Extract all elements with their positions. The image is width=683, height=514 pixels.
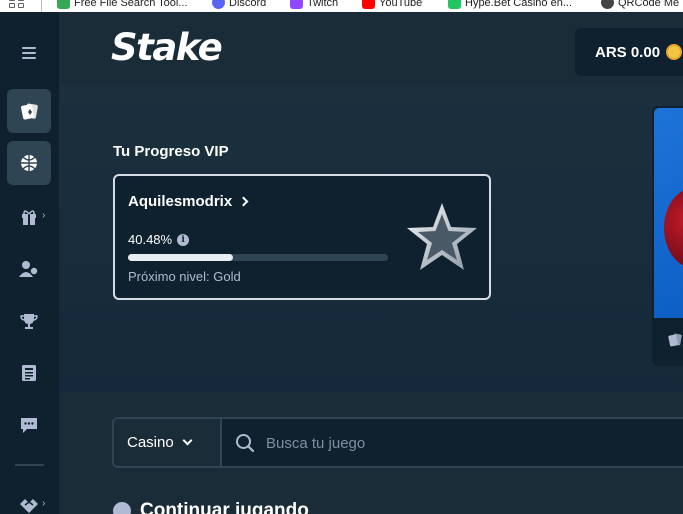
sidebar-item-forum[interactable]	[17, 413, 41, 437]
sidebar-item-casino[interactable]	[7, 89, 51, 133]
coin-icon	[666, 44, 683, 60]
bookmark-item[interactable]: Twitch	[290, 0, 338, 9]
vip-username-link[interactable]: Aquilesmodrix	[128, 193, 249, 210]
category-label: Casino	[127, 434, 174, 451]
chevron-down-icon	[182, 435, 193, 446]
sidebar-divider	[15, 464, 44, 466]
bookmark-item[interactable]: QRCode Me	[601, 0, 679, 9]
stake-logo[interactable]: Stake	[111, 26, 223, 69]
bookmark-label: Free File Search Tool...	[74, 0, 188, 9]
vip-progress-bar	[128, 254, 388, 261]
game-search-bar: Casino	[112, 417, 683, 468]
bookmark-label: QRCode Me	[618, 0, 680, 9]
bookmark-item[interactable]: YouTube	[362, 0, 422, 9]
casino-cards-icon	[21, 103, 38, 120]
chevron-right-icon: ›	[42, 498, 46, 509]
sidebar-item-promotions[interactable]	[17, 205, 41, 229]
sidebar-item-sponsorships[interactable]	[17, 493, 41, 514]
bookmark-label: YouTube	[379, 0, 423, 9]
youtube-icon	[362, 0, 375, 9]
casino-cards-icon	[668, 333, 682, 347]
sidebar-item-blog[interactable]	[17, 361, 41, 385]
bookmark-label: Discord	[229, 0, 267, 9]
bookmark-item[interactable]: Free File Search Tool...	[57, 0, 188, 9]
search-input[interactable]	[266, 431, 666, 455]
gift-icon	[22, 210, 36, 225]
affiliate-users-icon	[19, 261, 39, 277]
continue-playing-heading: Continuar jugando	[113, 500, 309, 514]
vip-progress-title: Tu Progreso VIP	[113, 143, 229, 160]
sponsorship-icon	[20, 499, 38, 513]
wallet-amount: ARS 0.00	[595, 43, 661, 61]
qrcode-icon	[601, 0, 614, 9]
sidebar-item-affiliate[interactable]	[17, 257, 41, 281]
chat-icon	[21, 418, 37, 433]
bookmarks-separator	[41, 0, 42, 12]
bookmarks-bar: Free File Search Tool... Discord Twitch …	[0, 0, 683, 12]
sports-ball-icon	[21, 155, 37, 171]
promo-image	[654, 108, 683, 318]
vip-username: Aquilesmodrix	[128, 193, 233, 210]
silver-star-icon	[407, 203, 477, 270]
bookmark-item[interactable]: Discord	[212, 0, 266, 9]
sidebar: › ›	[0, 12, 59, 514]
wallet-button[interactable]: ARS 0.00	[575, 28, 683, 76]
top-header: Stake ARS 0.00	[59, 12, 683, 85]
hero-section: Tu Progreso VIP Aquilesmodrix 40.48% i P…	[59, 85, 683, 392]
hype-icon	[448, 0, 461, 9]
vip-progress-card[interactable]: Aquilesmodrix 40.48% i Próximo nivel: Go…	[113, 174, 491, 300]
vip-progress-row: 40.48% i	[128, 232, 190, 247]
sidebar-item-vip-club[interactable]	[17, 309, 41, 333]
vip-progress-fill	[128, 254, 234, 261]
sidebar-item-sports[interactable]	[7, 141, 51, 185]
continue-playing-title: Continuar jugando	[140, 500, 309, 514]
apps-grid-icon[interactable]	[9, 0, 27, 9]
discord-icon	[212, 0, 225, 9]
info-icon[interactable]: i	[177, 233, 190, 246]
trophy-icon	[20, 314, 38, 329]
promo-banner[interactable]	[652, 106, 683, 366]
vip-progress-percent: 40.48%	[128, 232, 173, 247]
menu-icon[interactable]	[22, 47, 36, 59]
promo-art	[664, 188, 683, 268]
continue-icon	[113, 502, 131, 514]
green-doc-icon	[57, 0, 70, 9]
news-icon	[22, 365, 36, 381]
bookmark-item[interactable]: Hype.Bet Casino en...	[448, 0, 572, 9]
chevron-right-icon	[238, 196, 249, 207]
category-select[interactable]: Casino	[114, 419, 222, 466]
twitch-icon	[290, 0, 303, 9]
search-icon	[236, 434, 255, 453]
vip-next-level: Próximo nivel: Gold	[128, 269, 241, 284]
bookmark-label: Hype.Bet Casino en...	[465, 0, 573, 9]
bookmark-label: Twitch	[307, 0, 339, 9]
chevron-right-icon: ›	[42, 210, 46, 221]
